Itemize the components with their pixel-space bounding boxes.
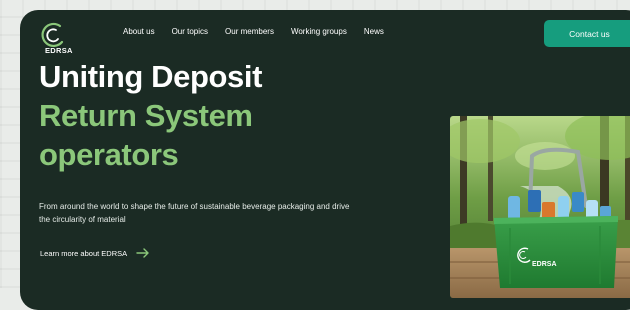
arrow-right-icon	[136, 248, 149, 258]
nav-link-news[interactable]: News	[364, 27, 384, 36]
headline-line-2: Return System	[39, 98, 253, 133]
headline-line-3: operators	[39, 137, 179, 172]
basket-label: EDRSA	[532, 261, 557, 268]
hero-section: EDRSA About us Our topics Our members Wo…	[20, 10, 630, 310]
headline-line-1: Uniting Deposit	[39, 59, 263, 94]
hero-subtitle: From around the world to shape the futur…	[39, 202, 350, 224]
logo-text: EDRSA	[45, 46, 73, 55]
nav-link-our-topics[interactable]: Our topics	[172, 27, 208, 36]
edrsa-logo-icon	[41, 22, 64, 47]
forest-basket-illustration: EDRSA	[450, 116, 630, 298]
nav-link-about-us[interactable]: About us	[123, 27, 155, 36]
site-logo[interactable]: EDRSA	[38, 22, 98, 55]
hero-image: EDRSA	[450, 116, 630, 298]
nav-link-working-groups[interactable]: Working groups	[291, 27, 347, 36]
contact-us-button[interactable]: Contact us	[544, 20, 630, 47]
learn-more-label: Learn more about EDRSA	[40, 248, 128, 258]
main-nav: About us Our topics Our members Working …	[123, 27, 384, 36]
nav-link-our-members[interactable]: Our members	[225, 27, 274, 36]
learn-more-link[interactable]: Learn more about EDRSA	[40, 248, 150, 258]
